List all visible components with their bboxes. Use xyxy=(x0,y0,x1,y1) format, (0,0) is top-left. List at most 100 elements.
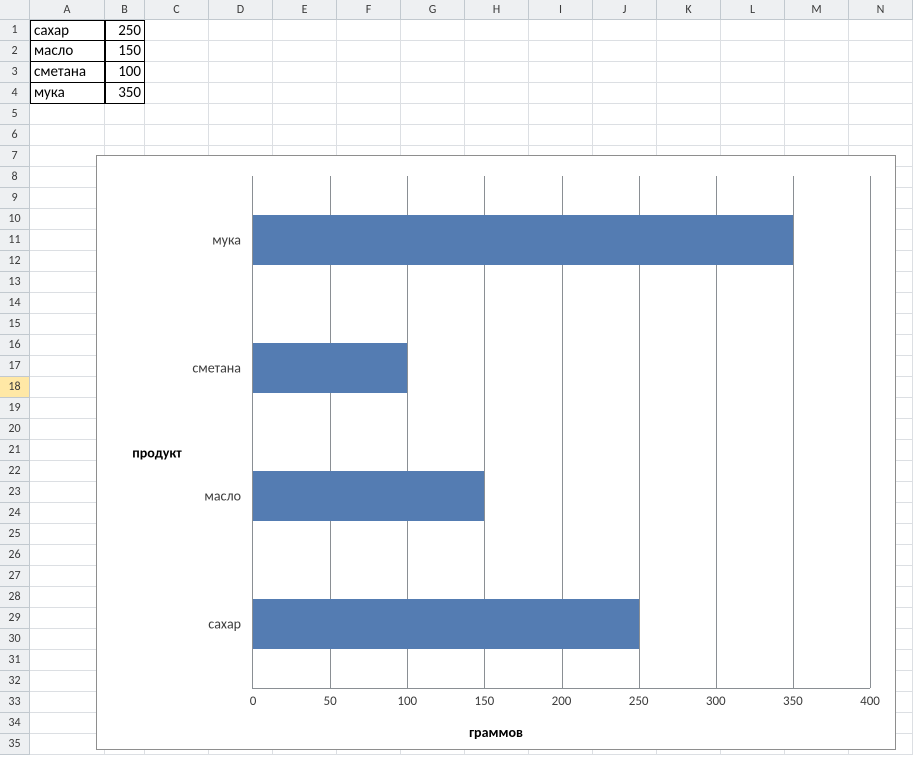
row-header-6[interactable]: 6 xyxy=(0,125,30,146)
cell-A28[interactable] xyxy=(30,587,105,608)
column-header-L[interactable]: L xyxy=(721,0,785,20)
cell-A21[interactable] xyxy=(30,440,105,461)
column-header-D[interactable]: D xyxy=(209,0,273,20)
row-header-21[interactable]: 21 xyxy=(0,440,30,461)
cell-F1[interactable] xyxy=(337,20,401,41)
cell-D5[interactable] xyxy=(209,104,273,125)
cell-N1[interactable] xyxy=(849,20,913,41)
cell-B6[interactable] xyxy=(105,125,145,146)
row-header-26[interactable]: 26 xyxy=(0,545,30,566)
cell-L3[interactable] xyxy=(721,62,785,83)
cell-H2[interactable] xyxy=(465,41,529,62)
row-header-31[interactable]: 31 xyxy=(0,650,30,671)
cell-B1[interactable]: 250 xyxy=(105,20,145,41)
column-header-A[interactable]: A xyxy=(30,0,105,20)
cell-A26[interactable] xyxy=(30,545,105,566)
cell-K5[interactable] xyxy=(657,104,721,125)
row-header-12[interactable]: 12 xyxy=(0,251,30,272)
column-header-K[interactable]: K xyxy=(657,0,721,20)
cell-A31[interactable] xyxy=(30,650,105,671)
chart-object[interactable]: продукт 050100150200250300350400сахармас… xyxy=(96,155,896,750)
cell-N6[interactable] xyxy=(849,125,913,146)
cell-F2[interactable] xyxy=(337,41,401,62)
cell-L5[interactable] xyxy=(721,104,785,125)
cell-C6[interactable] xyxy=(145,125,209,146)
cell-C5[interactable] xyxy=(145,104,209,125)
cell-A32[interactable] xyxy=(30,671,105,692)
cell-I6[interactable] xyxy=(529,125,593,146)
cell-A7[interactable] xyxy=(30,146,105,167)
row-header-27[interactable]: 27 xyxy=(0,566,30,587)
cell-H4[interactable] xyxy=(465,83,529,104)
cell-F5[interactable] xyxy=(337,104,401,125)
cell-I5[interactable] xyxy=(529,104,593,125)
row-header-25[interactable]: 25 xyxy=(0,524,30,545)
cell-K1[interactable] xyxy=(657,20,721,41)
row-header-2[interactable]: 2 xyxy=(0,41,30,62)
cell-E1[interactable] xyxy=(273,20,337,41)
cell-N2[interactable] xyxy=(849,41,913,62)
cell-B5[interactable] xyxy=(105,104,145,125)
column-header-F[interactable]: F xyxy=(337,0,401,20)
cell-C2[interactable] xyxy=(145,41,209,62)
cell-D1[interactable] xyxy=(209,20,273,41)
cell-E4[interactable] xyxy=(273,83,337,104)
row-header-10[interactable]: 10 xyxy=(0,209,30,230)
cell-E3[interactable] xyxy=(273,62,337,83)
column-header-B[interactable]: B xyxy=(105,0,145,20)
cell-A13[interactable] xyxy=(30,272,105,293)
cell-J5[interactable] xyxy=(593,104,657,125)
cell-A35[interactable] xyxy=(30,734,105,755)
cell-A14[interactable] xyxy=(30,293,105,314)
cell-D3[interactable] xyxy=(209,62,273,83)
cell-G4[interactable] xyxy=(401,83,465,104)
cell-E5[interactable] xyxy=(273,104,337,125)
cell-A12[interactable] xyxy=(30,251,105,272)
column-header-I[interactable]: I xyxy=(529,0,593,20)
cell-M5[interactable] xyxy=(785,104,849,125)
column-header-J[interactable]: J xyxy=(593,0,657,20)
column-header-E[interactable]: E xyxy=(273,0,337,20)
row-header-34[interactable]: 34 xyxy=(0,713,30,734)
column-header-G[interactable]: G xyxy=(401,0,465,20)
cell-A24[interactable] xyxy=(30,503,105,524)
row-header-3[interactable]: 3 xyxy=(0,62,30,83)
column-header-C[interactable]: C xyxy=(145,0,209,20)
row-header-4[interactable]: 4 xyxy=(0,83,30,104)
cell-E2[interactable] xyxy=(273,41,337,62)
row-header-14[interactable]: 14 xyxy=(0,293,30,314)
cell-J3[interactable] xyxy=(593,62,657,83)
cell-D6[interactable] xyxy=(209,125,273,146)
cell-D4[interactable] xyxy=(209,83,273,104)
cell-F4[interactable] xyxy=(337,83,401,104)
cell-J6[interactable] xyxy=(593,125,657,146)
row-header-13[interactable]: 13 xyxy=(0,272,30,293)
cell-I3[interactable] xyxy=(529,62,593,83)
cell-J1[interactable] xyxy=(593,20,657,41)
cell-M3[interactable] xyxy=(785,62,849,83)
cell-K2[interactable] xyxy=(657,41,721,62)
cell-A33[interactable] xyxy=(30,692,105,713)
cell-N3[interactable] xyxy=(849,62,913,83)
cell-J4[interactable] xyxy=(593,83,657,104)
cell-L1[interactable] xyxy=(721,20,785,41)
column-header-N[interactable]: N xyxy=(849,0,913,20)
cell-A20[interactable] xyxy=(30,419,105,440)
row-header-30[interactable]: 30 xyxy=(0,629,30,650)
cell-G5[interactable] xyxy=(401,104,465,125)
row-header-32[interactable]: 32 xyxy=(0,671,30,692)
cell-H1[interactable] xyxy=(465,20,529,41)
row-header-17[interactable]: 17 xyxy=(0,356,30,377)
row-header-1[interactable]: 1 xyxy=(0,20,30,41)
cell-I4[interactable] xyxy=(529,83,593,104)
cell-C1[interactable] xyxy=(145,20,209,41)
cell-N4[interactable] xyxy=(849,83,913,104)
row-header-11[interactable]: 11 xyxy=(0,230,30,251)
row-header-15[interactable]: 15 xyxy=(0,314,30,335)
row-header-23[interactable]: 23 xyxy=(0,482,30,503)
cell-I2[interactable] xyxy=(529,41,593,62)
chart-bar[interactable] xyxy=(253,471,484,521)
cell-A2[interactable]: масло xyxy=(30,41,105,62)
cell-L4[interactable] xyxy=(721,83,785,104)
row-header-20[interactable]: 20 xyxy=(0,419,30,440)
